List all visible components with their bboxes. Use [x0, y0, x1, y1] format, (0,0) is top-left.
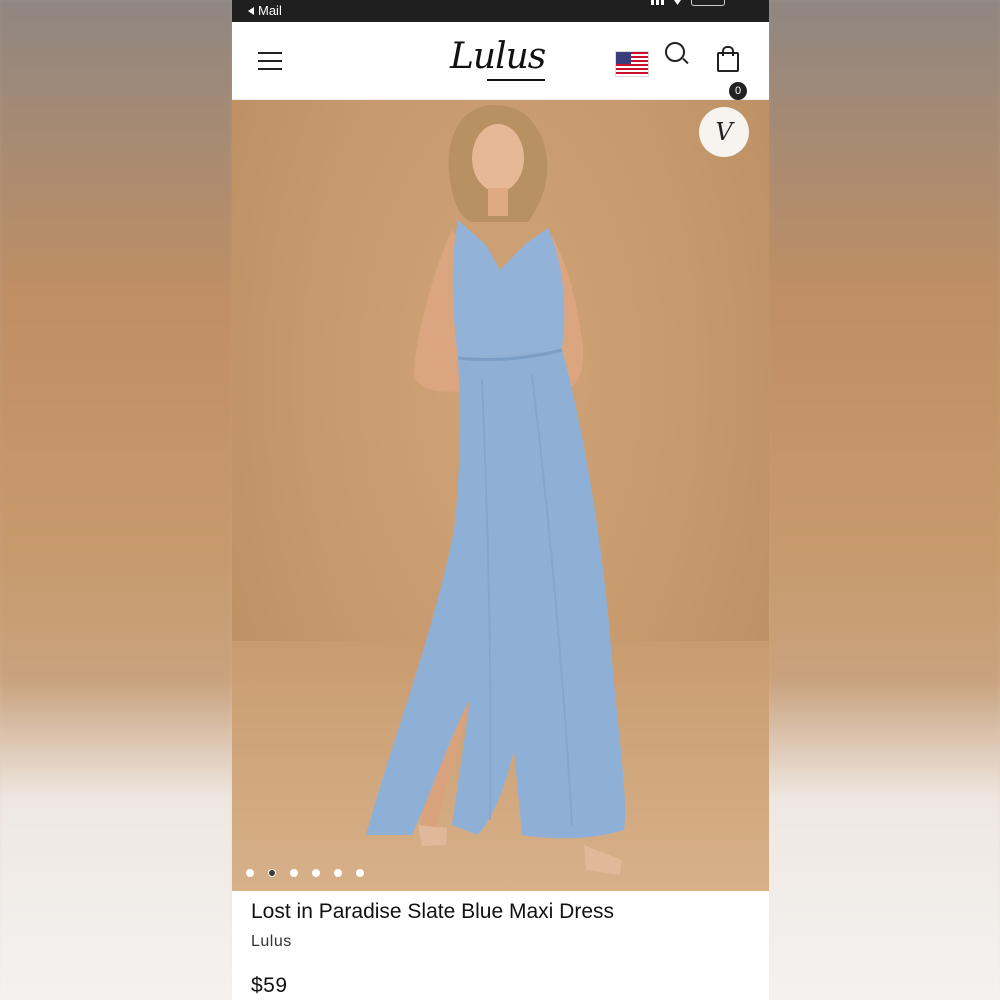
heart-icon: V [715, 118, 733, 146]
carousel-dot[interactable] [290, 869, 298, 877]
back-to-mail-link[interactable]: Mail [248, 3, 282, 18]
back-label: Mail [258, 3, 282, 18]
status-bar: Mail [232, 0, 769, 22]
product-brand[interactable]: Lulus [251, 933, 292, 951]
carousel-dot[interactable] [312, 869, 320, 877]
wifi-icon [674, 0, 681, 5]
phone-screen: Mail Lulus 0 V Lost in Paradise Slate Bl… [232, 0, 769, 1000]
back-arrow-icon [248, 6, 254, 15]
product-title: Lost in Paradise Slate Blue Maxi Dress [251, 900, 614, 923]
carousel-dot[interactable] [356, 869, 364, 877]
carousel-dot[interactable] [334, 869, 342, 877]
site-logo[interactable]: Lulus [450, 36, 546, 77]
carousel-dot[interactable] [246, 869, 254, 877]
blurred-background-left [0, 0, 232, 1000]
product-info: Lost in Paradise Slate Blue Maxi Dress L… [232, 891, 769, 1000]
product-price: $59 [251, 974, 288, 997]
carousel-dot-active[interactable] [268, 869, 276, 877]
logo-underline [487, 79, 545, 81]
model-figure [366, 105, 626, 875]
menu-icon[interactable] [258, 52, 282, 70]
shopping-bag-icon[interactable] [717, 46, 739, 72]
wishlist-heart-button[interactable]: V [699, 107, 749, 157]
cart-count-badge: 0 [729, 82, 747, 100]
us-flag-icon[interactable] [615, 51, 649, 77]
site-header: Lulus 0 [232, 22, 769, 100]
product-image[interactable]: V [232, 100, 769, 891]
status-indicators [651, 0, 725, 6]
image-carousel-dots [246, 869, 364, 877]
blurred-background-right [768, 0, 1000, 1000]
signal-icon [651, 0, 664, 5]
battery-icon [691, 0, 725, 6]
